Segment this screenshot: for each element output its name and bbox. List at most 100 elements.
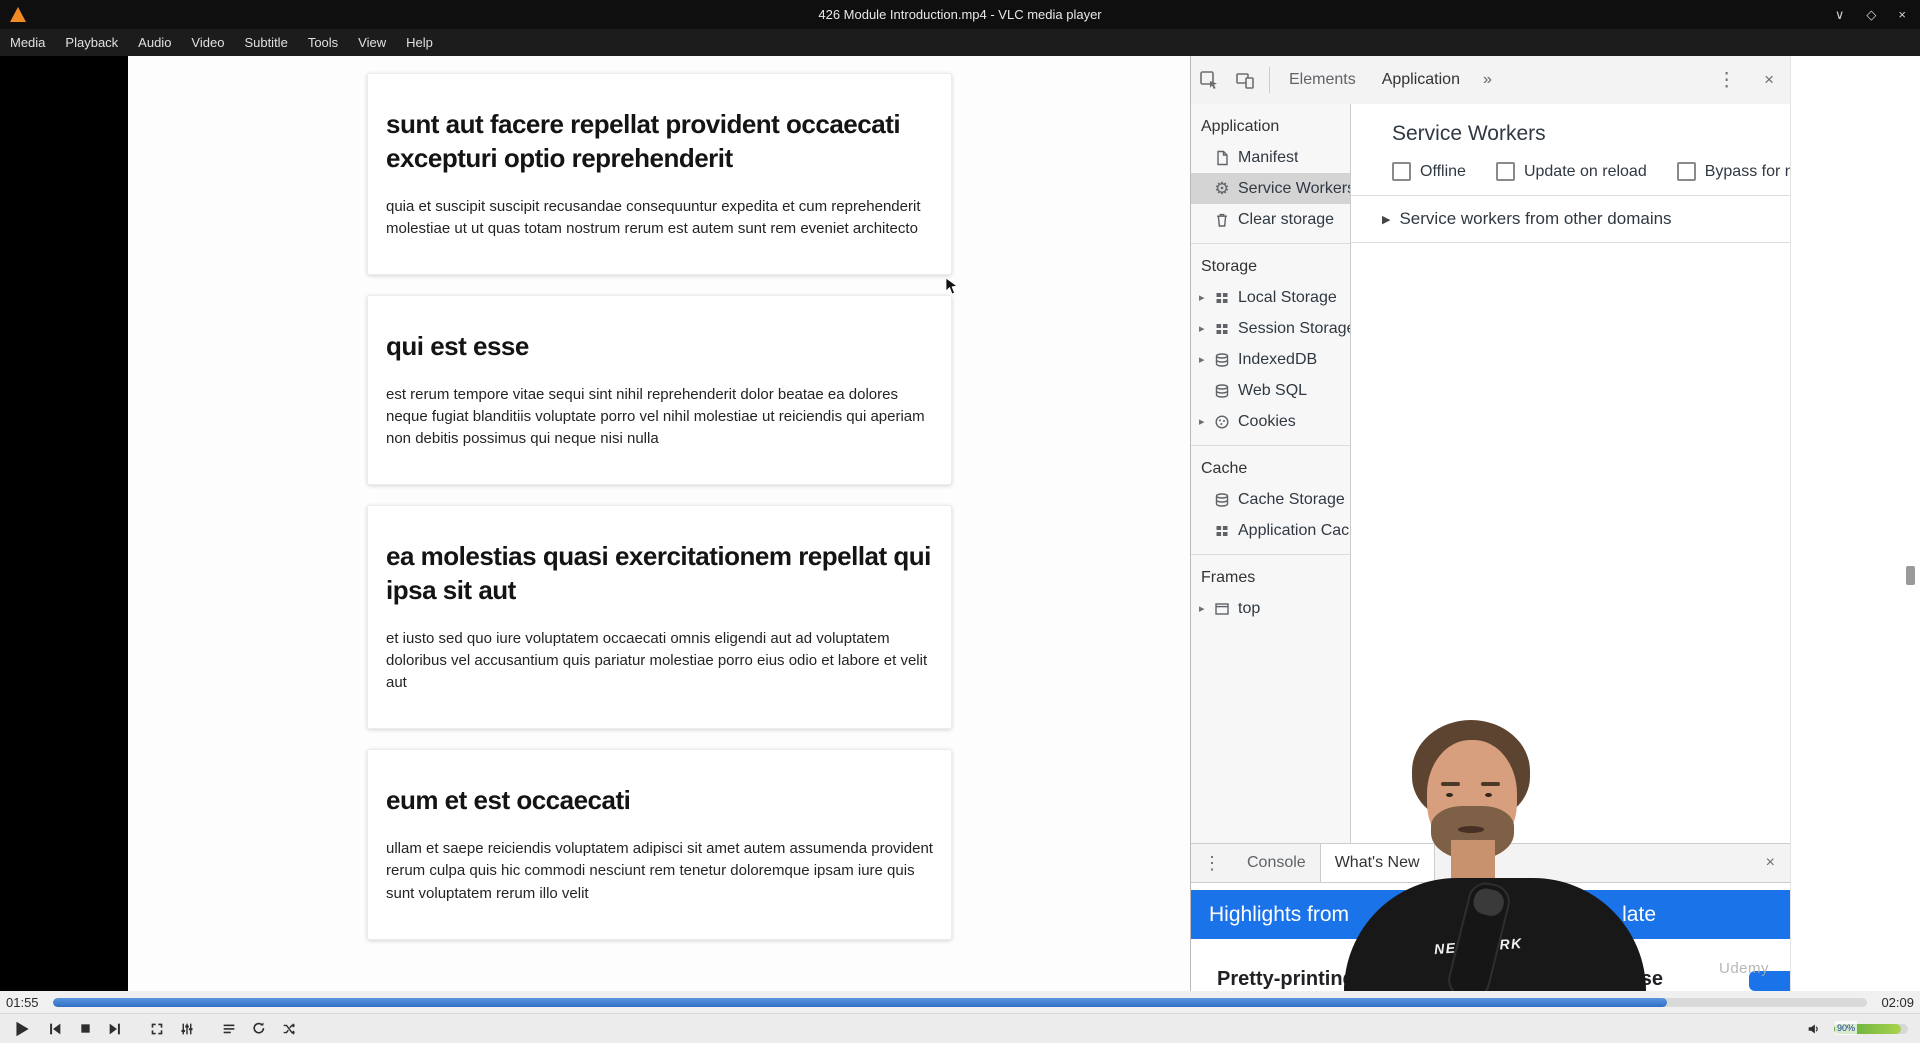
table-icon bbox=[1213, 289, 1231, 307]
window-minimize-button[interactable]: ∨ bbox=[1835, 7, 1845, 23]
udemy-watermark: Udemy bbox=[1719, 960, 1770, 977]
expand-arrow-icon[interactable]: ▸ bbox=[1199, 322, 1213, 335]
update-on-reload-checkbox[interactable] bbox=[1495, 162, 1515, 181]
scrollbar-artifact bbox=[1906, 566, 1915, 585]
offline-checkbox[interactable] bbox=[1392, 162, 1411, 181]
next-button[interactable] bbox=[102, 1016, 128, 1042]
vlc-logo-icon bbox=[10, 7, 26, 22]
section-header: Application bbox=[1201, 118, 1280, 135]
vlc-menubar: Media Playback Audio Video Subtitle Tool… bbox=[0, 29, 1920, 56]
menu-view[interactable]: View bbox=[348, 29, 396, 56]
database-icon bbox=[1213, 382, 1231, 400]
menu-video[interactable]: Video bbox=[181, 29, 234, 56]
post-title: ea molestias quasi exercitationem repell… bbox=[386, 541, 931, 606]
section-header: Cache bbox=[1201, 460, 1248, 477]
section-header: Storage bbox=[1201, 258, 1258, 275]
bypass-for-network-option[interactable]: Bypass for network bbox=[1676, 162, 1790, 181]
drawer-close-icon[interactable]: × bbox=[1751, 854, 1790, 872]
window-titlebar: 426 Module Introduction.mp4 - VLC media … bbox=[0, 0, 1920, 29]
sidebar-item-indexeddb[interactable]: ▸ IndexedDB bbox=[1191, 344, 1350, 375]
volume-slider[interactable]: 90% bbox=[1834, 1020, 1908, 1035]
menu-audio[interactable]: Audio bbox=[128, 29, 181, 56]
bypass-label: Bypass for network bbox=[1704, 162, 1790, 180]
player-controls: 90% bbox=[0, 1013, 1920, 1043]
menu-tools[interactable]: Tools bbox=[298, 29, 348, 56]
devtools-close-icon[interactable]: × bbox=[1748, 70, 1790, 90]
expand-arrow-icon[interactable]: ▸ bbox=[1199, 415, 1213, 428]
volume-percent-badge: 90% bbox=[1835, 1020, 1858, 1035]
sidebar-item-service-workers[interactable]: ⚙ Service Workers bbox=[1191, 173, 1350, 204]
service-worker-options: Offline Update on reload Bypass for netw… bbox=[1392, 162, 1790, 181]
sidebar-section-storage: Storage ▸ Local Storage ▸ Session Storag… bbox=[1191, 243, 1350, 445]
gear-icon: ⚙ bbox=[1214, 179, 1230, 198]
post-card: ea molestias quasi exercitationem repell… bbox=[367, 505, 952, 730]
window-maximize-button[interactable]: ◇ bbox=[1866, 7, 1876, 23]
expand-arrow-icon[interactable]: ▸ bbox=[1199, 353, 1213, 366]
table-icon bbox=[1213, 522, 1231, 540]
tab-elements[interactable]: Elements bbox=[1276, 56, 1369, 104]
window-close-button[interactable]: × bbox=[1898, 7, 1906, 23]
bypass-checkbox[interactable] bbox=[1676, 162, 1696, 181]
loop-button[interactable] bbox=[246, 1016, 272, 1042]
more-tabs-icon[interactable]: » bbox=[1473, 71, 1502, 89]
extended-settings-button[interactable] bbox=[174, 1016, 200, 1042]
expand-arrow-icon[interactable]: ▶ bbox=[1382, 213, 1390, 226]
expand-arrow-icon[interactable]: ▸ bbox=[1199, 602, 1213, 615]
seek-slider[interactable] bbox=[53, 997, 1867, 1007]
update-on-reload-option[interactable]: Update on reload bbox=[1495, 162, 1647, 181]
sidebar-item-manifest[interactable]: Manifest bbox=[1191, 142, 1350, 173]
posts-list: sunt aut facere repellat provident occae… bbox=[367, 56, 952, 940]
post-title: qui est esse bbox=[386, 330, 529, 361]
toolbar-divider bbox=[1269, 67, 1270, 93]
video-display: sunt aut facere repellat provident occae… bbox=[0, 56, 1920, 991]
sidebar-item-local-storage[interactable]: ▸ Local Storage bbox=[1191, 282, 1350, 313]
offline-label: Offline bbox=[1420, 162, 1466, 180]
expand-arrow-icon[interactable]: ▸ bbox=[1199, 291, 1213, 304]
sidebar-section-application: Application Manifest ⚙ Service Workers C… bbox=[1191, 104, 1350, 243]
offline-option[interactable]: Offline bbox=[1392, 162, 1466, 181]
vlc-window: 426 Module Introduction.mp4 - VLC media … bbox=[0, 0, 1920, 1043]
drawer-menu-icon[interactable]: ⋮ bbox=[1191, 853, 1233, 874]
playlist-button[interactable] bbox=[216, 1016, 242, 1042]
play-button[interactable] bbox=[6, 1016, 38, 1042]
frame-icon bbox=[1213, 600, 1231, 618]
inspect-element-icon[interactable] bbox=[1191, 62, 1227, 98]
volume-icon[interactable] bbox=[1801, 1016, 1827, 1042]
mouse-cursor-icon bbox=[945, 277, 959, 295]
sidebar-item-cache-storage[interactable]: Cache Storage bbox=[1191, 484, 1350, 515]
divider bbox=[1351, 242, 1790, 243]
post-body: quia et suscipit suscipit recusandae con… bbox=[386, 197, 921, 237]
post-body: et iusto sed quo iure voluptatem occaeca… bbox=[386, 629, 928, 692]
shuffle-button[interactable] bbox=[276, 1016, 302, 1042]
article-heading-left: Pretty-printing bbox=[1217, 968, 1355, 990]
menu-help[interactable]: Help bbox=[396, 29, 443, 56]
menu-media[interactable]: Media bbox=[0, 29, 55, 56]
menu-playback[interactable]: Playback bbox=[55, 29, 128, 56]
devtools-toolbar: Elements Application » ⋮ × bbox=[1191, 56, 1790, 105]
tab-console[interactable]: Console bbox=[1233, 844, 1320, 882]
previous-button[interactable] bbox=[42, 1016, 68, 1042]
sidebar-item-application-cache[interactable]: Application Cache bbox=[1191, 515, 1350, 546]
other-domains-row[interactable]: ▶ Service workers from other domains bbox=[1382, 209, 1790, 229]
sidebar-item-cookies[interactable]: ▸ Cookies bbox=[1191, 406, 1350, 437]
post-body: est rerum tempore vitae sequi sint nihil… bbox=[386, 385, 925, 448]
other-domains-label: Service workers from other domains bbox=[1399, 209, 1672, 228]
stop-button[interactable] bbox=[72, 1016, 98, 1042]
sidebar-item-session-storage[interactable]: ▸ Session Storage bbox=[1191, 313, 1350, 344]
fullscreen-button[interactable] bbox=[144, 1016, 170, 1042]
post-title: eum et est occaecati bbox=[386, 785, 631, 816]
devtools-menu-icon[interactable]: ⋮ bbox=[1705, 69, 1748, 92]
application-sidebar: Application Manifest ⚙ Service Workers C… bbox=[1191, 104, 1351, 844]
seek-progress bbox=[53, 997, 1668, 1007]
section-header: Frames bbox=[1201, 569, 1256, 586]
post-title: sunt aut facere repellat provident occae… bbox=[386, 109, 901, 173]
device-toolbar-icon[interactable] bbox=[1227, 62, 1263, 98]
update-on-reload-label: Update on reload bbox=[1523, 162, 1647, 180]
sidebar-item-clear-storage[interactable]: Clear storage bbox=[1191, 204, 1350, 235]
sidebar-item-web-sql[interactable]: Web SQL bbox=[1191, 375, 1350, 406]
menu-subtitle[interactable]: Subtitle bbox=[234, 29, 297, 56]
elapsed-time: 01:55 bbox=[6, 994, 39, 1010]
recorded-webpage: sunt aut facere repellat provident occae… bbox=[128, 56, 1190, 991]
sidebar-item-top-frame[interactable]: ▸ top bbox=[1191, 593, 1350, 624]
tab-application[interactable]: Application bbox=[1368, 56, 1473, 104]
